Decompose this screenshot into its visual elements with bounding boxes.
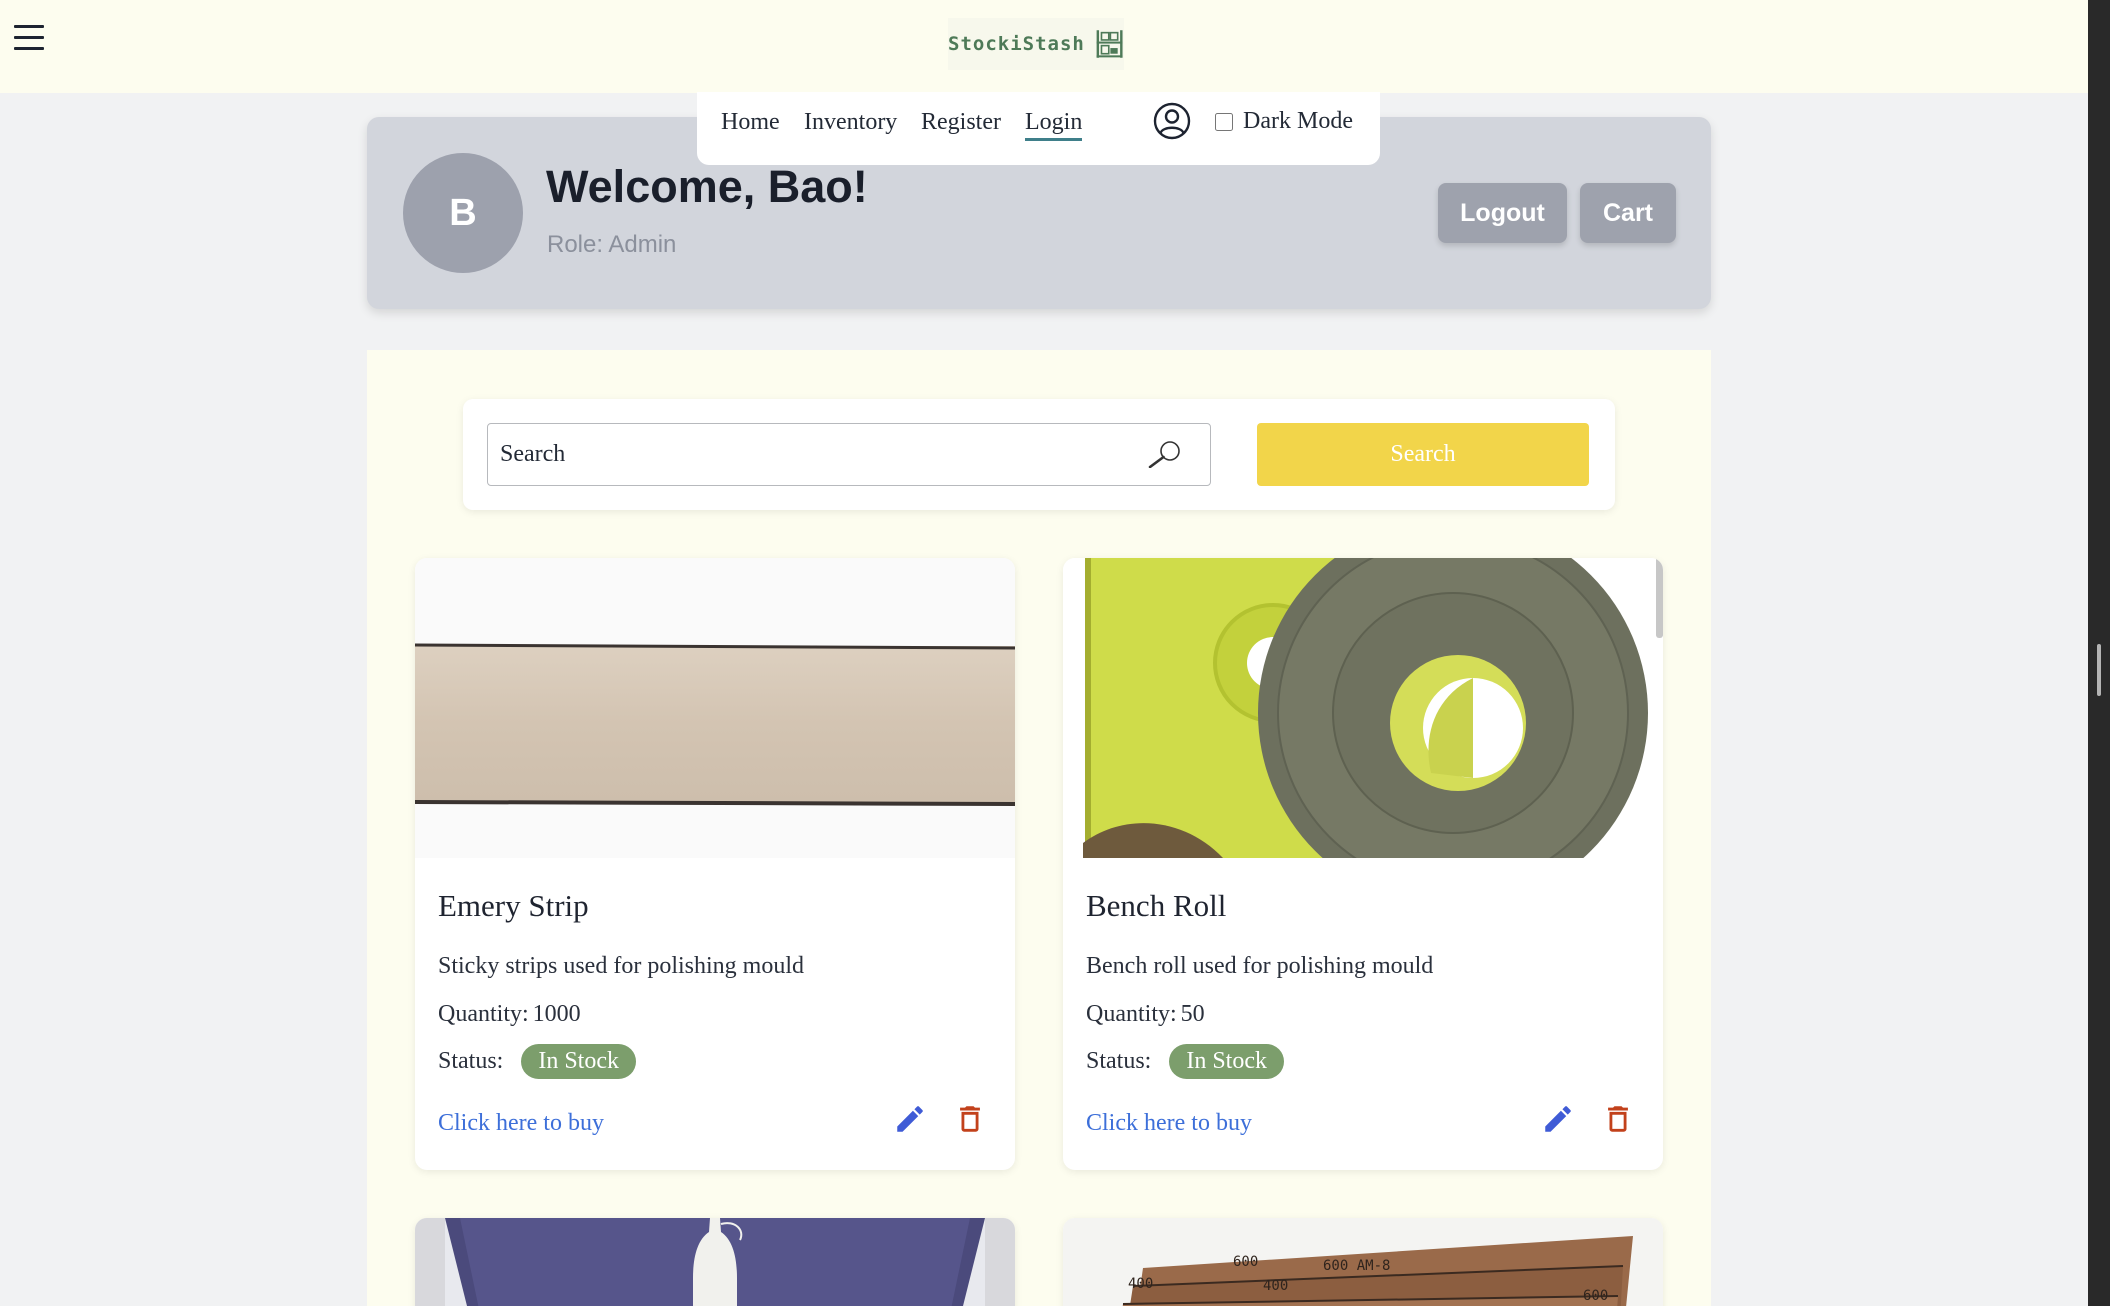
trash-delete-icon[interactable] xyxy=(1601,1102,1635,1136)
main-navigation: Home Inventory Register Login Dark Mode xyxy=(697,92,1380,165)
status-label: Status: xyxy=(1086,1048,1152,1074)
product-card xyxy=(415,1218,1015,1306)
user-circle-icon[interactable] xyxy=(1153,102,1191,140)
buy-link[interactable]: Click here to buy xyxy=(438,1110,604,1137)
brand-logo[interactable]: StockiStash xyxy=(948,18,1124,70)
stick-label-600b: 600 xyxy=(1583,1288,1608,1304)
page-scrollbar-thumb[interactable] xyxy=(2097,644,2101,696)
quantity-value: 1000 xyxy=(532,1001,581,1027)
product-description: Sticky strips used for polishing mould xyxy=(438,953,804,979)
trash-delete-icon[interactable] xyxy=(953,1102,987,1136)
status-badge: In Stock xyxy=(1169,1044,1285,1079)
nav-login-link[interactable]: Login xyxy=(1025,109,1083,141)
product-name: Bench Roll xyxy=(1086,888,1227,923)
stick-label-400a: 400 xyxy=(1128,1276,1153,1292)
quantity-label: Quantity: xyxy=(438,1001,529,1027)
emery-strip-photo xyxy=(415,558,1015,858)
search-input[interactable] xyxy=(500,424,1140,484)
product-status: Status: In Stock xyxy=(1086,1044,1285,1079)
stick-label-600: 600 xyxy=(1233,1254,1258,1270)
welcome-title: Welcome, Bao! xyxy=(546,161,868,212)
search-bar: Search xyxy=(463,399,1615,510)
bottle-product-photo xyxy=(415,1218,1015,1306)
status-label: Status: xyxy=(438,1048,504,1074)
quantity-label: Quantity: xyxy=(1086,1001,1177,1027)
product-description: Bench roll used for polishing mould xyxy=(1086,953,1434,979)
top-bar: StockiStash xyxy=(0,0,2088,93)
page-scrollbar[interactable] xyxy=(2088,0,2110,1306)
stick-label-400b: 400 xyxy=(1263,1278,1288,1294)
product-card: Bench Roll Bench roll used for polishing… xyxy=(1063,558,1663,1170)
brand-name: StockiStash xyxy=(948,33,1085,55)
search-field xyxy=(487,423,1211,486)
product-quantity: Quantity: 1000 xyxy=(438,1001,581,1028)
inventory-main: Search Emery Strip Sticky strips used fo… xyxy=(367,350,1711,1306)
warehouse-shelves-icon xyxy=(1096,30,1123,58)
dark-mode-checkbox[interactable] xyxy=(1215,112,1233,131)
product-quantity: Quantity: 50 xyxy=(1086,1001,1205,1028)
product-card: 600 600 AM-8 400 400 600 xyxy=(1063,1218,1663,1306)
avatar: B xyxy=(403,153,523,273)
magnifier-icon[interactable] xyxy=(1148,440,1182,468)
dark-mode-label: Dark Mode xyxy=(1243,108,1353,134)
quantity-value: 50 xyxy=(1180,1001,1205,1027)
abrasive-sticks-photo: 600 600 AM-8 400 400 600 xyxy=(1063,1218,1663,1306)
nav-register-link[interactable]: Register xyxy=(921,109,1001,136)
pencil-edit-icon[interactable] xyxy=(893,1102,927,1136)
dark-mode-toggle[interactable]: Dark Mode xyxy=(1215,108,1353,135)
pencil-edit-icon[interactable] xyxy=(1541,1102,1575,1136)
cart-button[interactable]: Cart xyxy=(1580,183,1676,243)
product-status: Status: In Stock xyxy=(438,1044,637,1079)
status-badge: In Stock xyxy=(521,1044,637,1079)
product-name: Emery Strip xyxy=(438,888,589,923)
image-scrollbar[interactable] xyxy=(1656,558,1663,638)
nav-inventory-link[interactable]: Inventory xyxy=(804,109,897,136)
user-role: Role: Admin xyxy=(547,231,677,258)
product-card: Emery Strip Sticky strips used for polis… xyxy=(415,558,1015,1170)
hamburger-menu-icon[interactable] xyxy=(14,25,44,55)
nav-home-link[interactable]: Home xyxy=(721,109,780,136)
search-button[interactable]: Search xyxy=(1257,423,1589,486)
stick-label-600-am8: 600 AM-8 xyxy=(1323,1258,1390,1274)
bench-roll-photo xyxy=(1063,558,1663,858)
logout-button[interactable]: Logout xyxy=(1438,183,1567,243)
buy-link[interactable]: Click here to buy xyxy=(1086,1110,1252,1137)
